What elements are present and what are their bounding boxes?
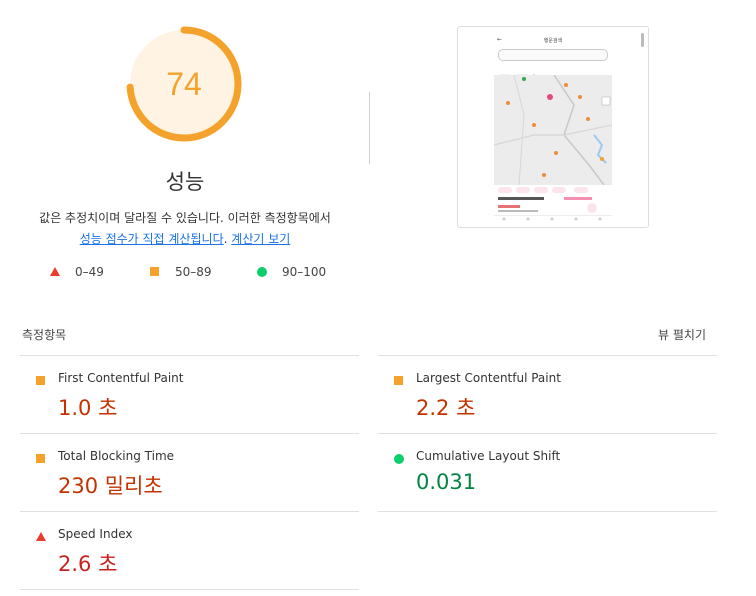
- card-drawing: [494, 187, 612, 221]
- triangle-icon: [36, 532, 46, 541]
- screenshot-page-title: 행운검색: [543, 38, 563, 44]
- legend-label: 90–100: [282, 265, 327, 279]
- metric-value: 2.2 초: [416, 396, 476, 420]
- screenshot-chips: [498, 65, 558, 80]
- screenshot-page: ← 행운검색: [494, 33, 612, 223]
- square-icon: [394, 376, 403, 385]
- screenshot-map: [494, 75, 612, 185]
- legend-label: 50–89: [175, 265, 212, 279]
- square-icon: [150, 267, 159, 276]
- metric-name: Speed Index: [58, 527, 133, 541]
- metric-name: First Contentful Paint: [58, 371, 184, 385]
- description-separator: .: [223, 232, 228, 246]
- triangle-icon: [50, 267, 60, 276]
- metric-largest-contentful-paint: Largest Contentful Paint 2.2 초: [378, 356, 718, 434]
- metric-first-contentful-paint: First Contentful Paint 1.0 초: [20, 356, 360, 434]
- metric-value: 1.0 초: [58, 396, 118, 420]
- screenshot-search-bar: [498, 49, 608, 61]
- metric-speed-index: Speed Index 2.6 초: [20, 512, 360, 590]
- performance-score-value: 74: [166, 66, 202, 102]
- metric-total-blocking-time: Total Blocking Time 230 밀리초: [20, 434, 360, 512]
- screenshot-scrollbar: [641, 33, 644, 47]
- circle-icon: [257, 267, 267, 277]
- square-icon: [36, 376, 45, 385]
- performance-score-gauge: 74: [124, 24, 244, 144]
- metric-name: Cumulative Layout Shift: [416, 449, 561, 463]
- screenshot-bottom-card: [494, 185, 612, 223]
- metric-cumulative-layout-shift: Cumulative Layout Shift 0.031: [378, 434, 718, 512]
- metrics-section-title: 측정항목: [22, 328, 67, 342]
- metric-name: Largest Contentful Paint: [416, 371, 561, 385]
- square-icon: [36, 454, 45, 463]
- circle-icon: [394, 454, 404, 464]
- score-calculation-link[interactable]: 성능 점수가 직접 계산됩니다: [80, 232, 224, 246]
- description-links: 성능 점수가 직접 계산됩니다. 계산기 보기: [0, 229, 370, 250]
- map-drawing: [494, 75, 612, 185]
- final-screenshot[interactable]: ← 행운검색: [457, 26, 649, 228]
- score-description: 값은 추정치이며 달라질 수 있습니다. 이러한 측정항목에서 성능 점수가 직…: [0, 208, 370, 250]
- metrics-divider: [20, 589, 359, 590]
- metrics-divider: [378, 511, 717, 512]
- expand-view-toggle[interactable]: 뷰 펼치기: [658, 326, 706, 343]
- metric-name: Total Blocking Time: [58, 449, 175, 463]
- vertical-divider: [369, 92, 370, 164]
- metric-value: 230 밀리초: [58, 474, 163, 498]
- description-text: 값은 추정치이며 달라질 수 있습니다. 이러한 측정항목에서: [39, 211, 331, 225]
- legend-label: 0–49: [75, 265, 104, 279]
- category-title: 성능: [165, 170, 205, 194]
- calculator-link[interactable]: 계산기 보기: [231, 232, 290, 246]
- metric-value: 0.031: [416, 470, 477, 494]
- metric-value: 2.6 초: [58, 552, 118, 576]
